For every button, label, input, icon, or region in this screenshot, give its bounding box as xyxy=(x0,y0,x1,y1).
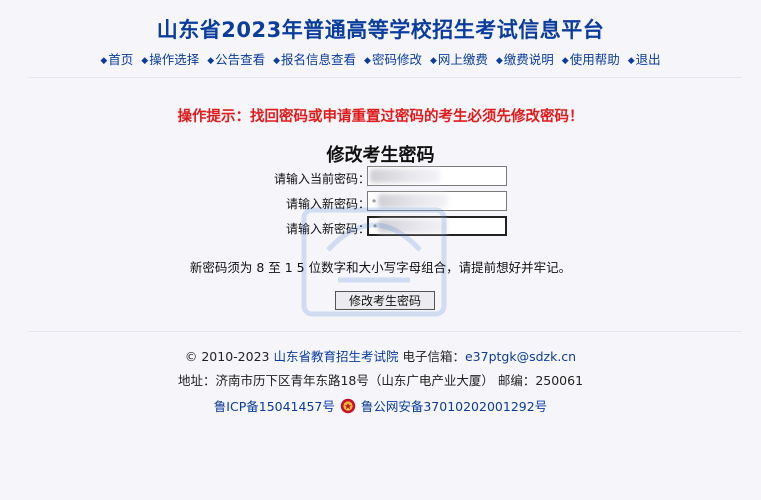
footer-divider xyxy=(28,331,742,332)
nav-item-label[interactable]: 公告查看 xyxy=(215,52,265,67)
police-badge-icon xyxy=(340,398,356,414)
diamond-bullet-icon: ◆ xyxy=(429,56,437,66)
email-link[interactable]: e37ptgk@sdzk.cn xyxy=(465,349,576,364)
nav-item-label[interactable]: 使用帮助 xyxy=(570,52,620,67)
footer-copyright-line: © 2010-2023 山东省教育招生考试院 电子信箱：e37ptgk@sdzk… xyxy=(0,346,761,365)
email-label: 电子信箱： xyxy=(402,349,465,364)
redaction-blur xyxy=(378,219,448,233)
nav-item-label[interactable]: 操作选择 xyxy=(149,52,199,67)
diamond-bullet-icon: ◆ xyxy=(207,56,215,66)
diamond-bullet-icon: ◆ xyxy=(141,56,149,66)
nav-item-label[interactable]: 密码修改 xyxy=(372,52,422,67)
icp-link[interactable]: 鲁ICP备15041457号 xyxy=(214,399,335,414)
nav-item-registration-info[interactable]: ◆报名信息查看 xyxy=(273,52,356,67)
nav-item-payment-help[interactable]: ◆缴费说明 xyxy=(496,52,554,67)
new-password-row: 请输入新密码： xyxy=(200,191,520,213)
diamond-bullet-icon: ◆ xyxy=(627,56,635,66)
page-title: 山东省2023年普通高等学校招生考试信息平台 xyxy=(156,18,605,42)
redaction-blur xyxy=(378,194,448,208)
redaction-blur xyxy=(370,169,440,183)
nav-item-change-password[interactable]: ◆密码修改 xyxy=(364,52,422,67)
current-password-row: 请输入当前密码： xyxy=(200,166,520,188)
nav-item-announcements[interactable]: ◆公告查看 xyxy=(207,52,265,67)
diamond-bullet-icon: ◆ xyxy=(364,56,371,66)
nav-item-label[interactable]: 退出 xyxy=(636,52,661,67)
nav-item-usage-help[interactable]: ◆使用帮助 xyxy=(562,52,620,67)
confirm-password-label: 请输入新密码： xyxy=(285,222,370,236)
nav-item-home[interactable]: ◆首页 xyxy=(100,52,133,67)
top-nav: ◆首页 ◆操作选择 ◆公告查看 ◆报名信息查看 ◆密码修改 ◆网上缴费 ◆缴费说… xyxy=(0,49,761,68)
footer-address: 地址：济南市历下区青年东路18号（山东广电产业大厦） 邮编：250061 xyxy=(177,373,584,388)
nav-item-label[interactable]: 报名信息查看 xyxy=(281,52,356,67)
confirm-password-row: 请输入新密码： xyxy=(200,216,520,238)
diamond-bullet-icon: ◆ xyxy=(561,56,569,66)
form-title: 修改考生密码 xyxy=(326,145,435,166)
nav-item-operation[interactable]: ◆操作选择 xyxy=(141,52,199,67)
change-password-button[interactable]: 修改考生密码 xyxy=(335,291,435,310)
current-password-label: 请输入当前密码： xyxy=(273,172,370,186)
nav-item-logout[interactable]: ◆退出 xyxy=(628,52,661,67)
new-password-label: 请输入新密码： xyxy=(285,197,370,211)
nav-item-label[interactable]: 网上缴费 xyxy=(438,52,488,67)
diamond-bullet-icon: ◆ xyxy=(100,56,108,66)
copyright-text: © 2010-2023 xyxy=(184,349,270,364)
nav-item-label[interactable]: 首页 xyxy=(108,52,133,67)
diamond-bullet-icon: ◆ xyxy=(273,56,281,66)
org-link[interactable]: 山东省教育招生考试院 xyxy=(273,349,398,364)
operation-notice: 操作提示：找回密码或申请重置过密码的考生必须先修改密码！ xyxy=(177,109,584,125)
password-rule-text: 新密码须为 8 至 1 5 位数字和大小写字母组合，请提前想好并牢记。 xyxy=(189,260,572,275)
police-link[interactable]: 鲁公网安备37010202001292号 xyxy=(361,399,547,414)
nav-item-online-payment[interactable]: ◆网上缴费 xyxy=(430,52,488,67)
header-divider xyxy=(28,77,742,78)
nav-item-label[interactable]: 缴费说明 xyxy=(504,52,554,67)
diamond-bullet-icon: ◆ xyxy=(495,56,503,66)
footer-registration-line: 鲁ICP备15041457号 鲁公网安备37010202001292号 xyxy=(0,396,761,415)
